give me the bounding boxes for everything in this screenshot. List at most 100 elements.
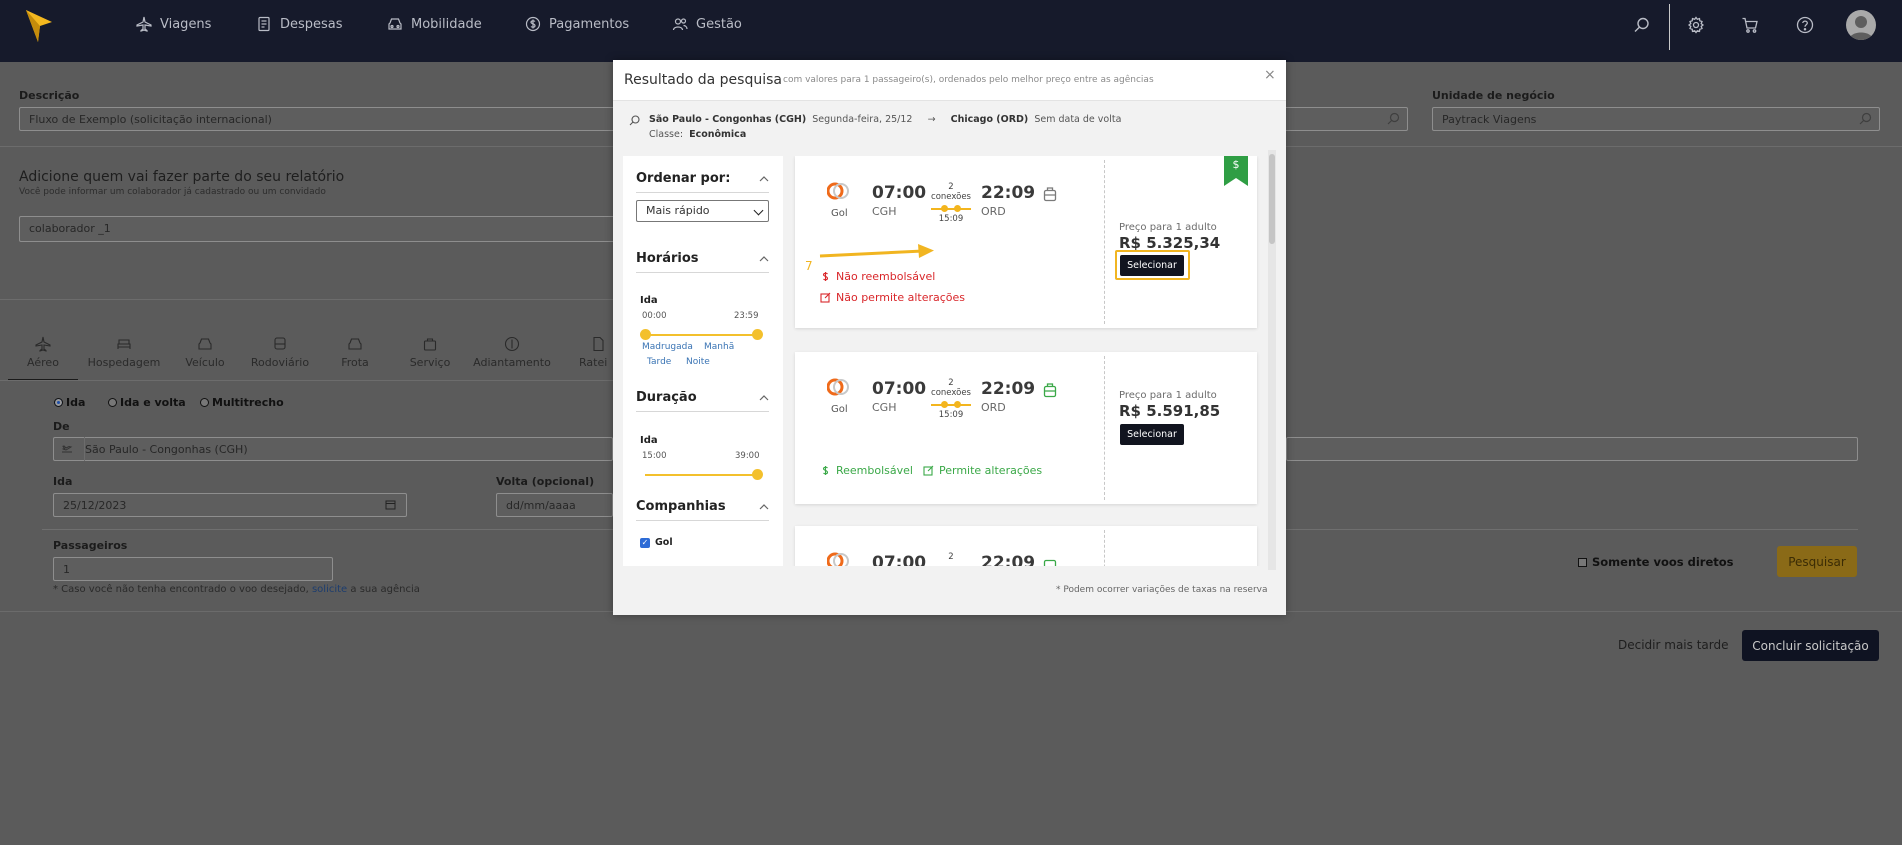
airline-name: Gol xyxy=(831,208,848,219)
modal-scrollbar[interactable] xyxy=(1268,150,1276,570)
duration-slider[interactable] xyxy=(645,469,763,480)
para-input[interactable] xyxy=(1286,437,1858,461)
close-icon[interactable]: × xyxy=(1264,67,1276,83)
tab-veiculo[interactable]: Veículo xyxy=(165,336,245,369)
descricao-input[interactable]: Fluxo de Exemplo (solicitação internacio… xyxy=(19,107,619,131)
tab-veiculo-label: Veículo xyxy=(185,356,225,369)
tab-servico[interactable]: Serviço xyxy=(390,336,470,369)
price-label: Preço para 1 adulto xyxy=(1119,222,1217,233)
radio-ida[interactable]: Ida xyxy=(54,396,85,409)
tab-aereo[interactable]: Aéreo xyxy=(3,336,83,369)
search-note: * Caso você não tenha encontrado o voo d… xyxy=(53,584,420,595)
class-label: Classe: xyxy=(649,129,684,140)
nav-pagamentos[interactable]: Pagamentos xyxy=(525,16,629,32)
company-checkbox-gol[interactable]: ✓ Gol xyxy=(640,537,673,548)
divider xyxy=(636,192,769,193)
slider-handle-max[interactable] xyxy=(752,469,763,480)
tab-rodoviario-label: Rodoviário xyxy=(250,356,310,369)
radio-dot xyxy=(200,398,209,407)
cart-icon[interactable] xyxy=(1741,16,1759,34)
gear-icon[interactable] xyxy=(1687,16,1705,34)
nav-viagens-label: Viagens xyxy=(160,16,212,32)
divider xyxy=(42,529,613,530)
order-select[interactable]: Mais rápido xyxy=(636,200,769,222)
divider xyxy=(84,437,85,461)
participant-input[interactable]: colaborador _1 xyxy=(19,216,619,242)
tab-hospedagem[interactable]: Hospedagem xyxy=(84,336,164,369)
schedule-slider[interactable] xyxy=(640,329,763,340)
tab-rateio-label: Ratei xyxy=(579,356,608,369)
passageiros-label: Passageiros xyxy=(53,539,128,552)
departure-time: 07:00 xyxy=(872,183,927,203)
tab-frota[interactable]: Frota xyxy=(315,336,395,369)
solicite-link[interactable]: solicite xyxy=(312,584,347,595)
ida-label: Ida xyxy=(53,475,73,488)
nav-mobilidade[interactable]: Mobilidade xyxy=(387,16,482,32)
results-scroll-area[interactable]: Ordenar por: Mais rápido Horários Ida 00… xyxy=(623,156,1278,566)
de-input[interactable]: São Paulo - Congonhas (CGH) xyxy=(53,437,613,461)
logo-icon[interactable] xyxy=(24,8,54,46)
departure-time: 07:00 xyxy=(872,379,927,399)
radio-ida-e-volta-label: Ida e volta xyxy=(120,396,186,409)
select-flight-button[interactable]: Selecionar xyxy=(1120,424,1184,445)
chevron-up-icon[interactable] xyxy=(759,176,769,182)
decide-later-link[interactable]: Decidir mais tarde xyxy=(1618,638,1728,652)
connection-label: conexões xyxy=(931,192,971,202)
avatar[interactable] xyxy=(1846,10,1876,40)
chevron-up-icon[interactable] xyxy=(759,504,769,510)
order-title: Ordenar por: xyxy=(636,171,731,186)
divider xyxy=(636,520,769,521)
direct-only-checkbox[interactable]: Somente voos diretos xyxy=(1578,555,1734,569)
radio-ida-e-volta[interactable]: Ida e volta xyxy=(108,396,186,409)
period-noite[interactable]: Noite xyxy=(686,357,710,367)
search-button[interactable]: Pesquisar xyxy=(1777,546,1857,577)
dollar-icon xyxy=(822,466,829,475)
dollar-icon xyxy=(822,272,829,281)
search-icon[interactable] xyxy=(1633,16,1651,34)
nav-despesas[interactable]: Despesas xyxy=(256,16,343,32)
tab-rodoviario[interactable]: Rodoviário xyxy=(240,336,320,369)
nav-separator xyxy=(1669,4,1670,50)
changes-status: Permite alterações xyxy=(923,464,1042,477)
conclude-request-button[interactable]: Concluir solicitação xyxy=(1742,630,1879,661)
connection-track xyxy=(931,205,971,213)
route-origin: São Paulo - Congonhas (CGH) xyxy=(649,114,807,125)
divider xyxy=(636,272,769,273)
ida-date-input[interactable]: 25/12/2023 xyxy=(53,493,407,517)
passageiros-input[interactable]: 1 xyxy=(53,557,333,581)
tab-rateio[interactable]: Ratei xyxy=(555,336,613,369)
select-flight-button[interactable]: Selecionar xyxy=(1120,255,1184,276)
departure-code: CGH xyxy=(872,205,897,218)
arrival-time: 22:09 xyxy=(981,553,1036,566)
participants-heading: Adicione quem vai fazer parte do seu rel… xyxy=(19,169,345,185)
companies-title: Companhias xyxy=(636,499,726,514)
participants-help: Você pode informar um colaborador já cad… xyxy=(19,187,326,197)
scrollbar-thumb[interactable] xyxy=(1269,154,1275,244)
flight-duration: 15:09 xyxy=(938,410,964,420)
arrival-code: ORD xyxy=(981,205,1006,218)
users-icon xyxy=(672,18,688,31)
chevron-up-icon[interactable] xyxy=(759,256,769,262)
edit-icon xyxy=(923,465,934,476)
slider-handle-max[interactable] xyxy=(752,329,763,340)
period-manha[interactable]: Manhã xyxy=(704,342,734,352)
schedule-max: 23:59 xyxy=(734,311,759,321)
volta-date-input[interactable]: dd/mm/aaaa xyxy=(496,493,613,517)
changes-label: Permite alterações xyxy=(939,464,1043,477)
chevron-up-icon[interactable] xyxy=(759,395,769,401)
radio-dot xyxy=(54,398,63,407)
radio-multitrecho[interactable]: Multitrecho xyxy=(200,396,284,409)
nav-viagens[interactable]: Viagens xyxy=(136,16,211,32)
radio-ida-label: Ida xyxy=(66,396,86,409)
period-tarde[interactable]: Tarde xyxy=(647,357,671,367)
unidade-input[interactable]: Paytrack Viagens xyxy=(1432,107,1880,131)
checkbox-box xyxy=(1578,557,1587,567)
nav-gestao[interactable]: Gestão xyxy=(672,16,742,32)
help-icon[interactable] xyxy=(1796,16,1814,34)
duration-title: Duração xyxy=(636,390,697,405)
slider-handle-min[interactable] xyxy=(640,329,651,340)
arrival-time: 22:09 xyxy=(981,379,1036,399)
tab-adiantamento[interactable]: Adiantamento xyxy=(472,336,552,369)
period-madrugada[interactable]: Madrugada xyxy=(642,342,693,352)
luggage-icon xyxy=(1043,187,1057,202)
